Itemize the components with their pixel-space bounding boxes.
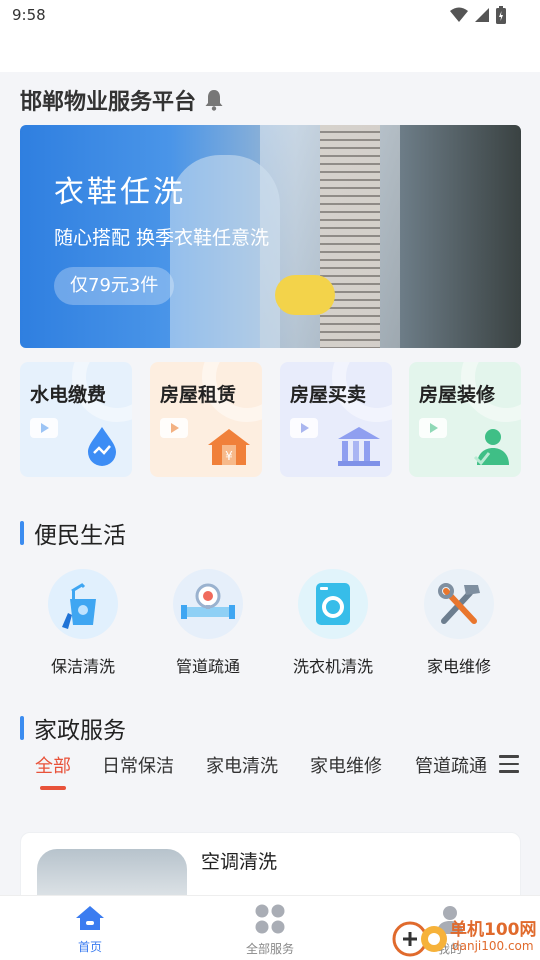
- watermark-url: danji100.com: [452, 939, 534, 953]
- tab-pipe-dredging[interactable]: 管道疏通: [415, 752, 487, 778]
- tab-all[interactable]: 全部: [35, 752, 71, 778]
- section-title: 便民生活: [34, 523, 126, 549]
- nav-label: 首页: [77, 940, 102, 954]
- play-icon: [160, 418, 188, 438]
- section-title: 家政服务: [34, 718, 126, 744]
- nav-all-services[interactable]: 全部服务: [220, 904, 320, 957]
- service-circle: [424, 569, 494, 639]
- home-icon: [76, 906, 104, 930]
- watermark-text: 单机100网: [450, 920, 537, 940]
- washing-machine-icon: [316, 583, 350, 625]
- card-title: 房屋租赁: [160, 384, 237, 406]
- nav-home[interactable]: 首页: [40, 904, 140, 955]
- category-tabs: 全部 日常保洁 家电清洗 家电维修 管道疏通: [0, 752, 540, 796]
- card-title: 水电缴费: [30, 384, 107, 406]
- banner-person-decor: [170, 155, 280, 348]
- service-label: 家电维修: [426, 657, 491, 676]
- svg-text:¥: ¥: [225, 449, 233, 463]
- tab-daily-cleaning[interactable]: 日常保洁: [102, 752, 174, 778]
- status-time: 9:58: [12, 6, 46, 24]
- water-drop-icon: [88, 427, 116, 466]
- section-convenience: 便民生活: [20, 516, 126, 550]
- active-tab-indicator: [40, 786, 66, 790]
- nav-label: 全部服务: [245, 942, 294, 956]
- banner-subtitle: 随心搭配 换季衣鞋任意洗: [54, 227, 270, 249]
- page-header: 邯郸物业服务平台: [20, 84, 226, 116]
- service-cleaning[interactable]: 保洁清洗: [28, 569, 138, 677]
- play-icon: [30, 418, 58, 438]
- play-icon: [290, 418, 318, 438]
- pipe-icon: [181, 583, 235, 619]
- header-area: [0, 32, 540, 72]
- play-icon: [419, 418, 447, 438]
- card-house-trading[interactable]: 房屋买卖: [280, 362, 392, 477]
- banner-shutter-decor: [320, 125, 380, 348]
- card-title: 房屋装修: [419, 384, 496, 406]
- service-label: 洗衣机清洗: [292, 657, 373, 676]
- battery-icon: [496, 6, 506, 24]
- card-water-electric-payment[interactable]: 水电缴费: [20, 362, 132, 477]
- service-appliance-repair[interactable]: 家电维修: [404, 569, 514, 677]
- tab-appliance-cleaning[interactable]: 家电清洗: [206, 752, 278, 778]
- status-bar: 9:58: [0, 0, 540, 32]
- banner-glove-decor: [275, 275, 335, 315]
- list-item-title: 空调清洗: [201, 851, 278, 873]
- service-circle: [48, 569, 118, 639]
- wifi-icon: [450, 7, 468, 22]
- card-house-rental[interactable]: 房屋租赁 ¥: [150, 362, 262, 477]
- service-circle: [298, 569, 368, 639]
- service-circle: [173, 569, 243, 639]
- watermark-mascot-icon: [392, 921, 447, 957]
- menu-icon[interactable]: [499, 755, 519, 773]
- bank-building-icon: [338, 427, 380, 466]
- worker-icon: [473, 429, 509, 466]
- service-label: 管道疏通: [175, 657, 240, 676]
- banner-headline: 衣鞋任洗: [54, 175, 186, 210]
- watermark-logo: 单机100网 danji100.com: [388, 913, 540, 960]
- banner-price-pill[interactable]: 仅79元3件: [54, 267, 175, 305]
- grid-icon: [255, 904, 285, 934]
- status-icons: [450, 6, 506, 24]
- section-housekeeping: 家政服务: [20, 711, 126, 745]
- tab-appliance-repair[interactable]: 家电维修: [310, 752, 382, 778]
- service-label: 保洁清洗: [50, 657, 115, 676]
- signal-icon: [475, 8, 489, 22]
- section-bar: [20, 521, 24, 545]
- house-yuan-icon: ¥: [208, 429, 250, 465]
- card-title: 房屋买卖: [290, 384, 367, 406]
- section-bar: [20, 716, 24, 740]
- cleaning-bucket-icon: [62, 583, 96, 629]
- page-title: 邯郸物业服务平台: [20, 90, 197, 115]
- quick-cards: 水电缴费 房屋租赁 ¥ 房屋买卖 房屋装修: [20, 362, 521, 477]
- promo-banner[interactable]: 衣鞋任洗 随心搭配 换季衣鞋任意洗 仅79元3件: [20, 125, 521, 348]
- service-washing-machine[interactable]: 洗衣机清洗: [278, 569, 388, 677]
- card-house-renovation[interactable]: 房屋装修: [409, 362, 521, 477]
- hammer-wrench-icon: [438, 583, 480, 624]
- service-pipe[interactable]: 管道疏通: [153, 569, 263, 677]
- bell-icon[interactable]: [202, 88, 226, 112]
